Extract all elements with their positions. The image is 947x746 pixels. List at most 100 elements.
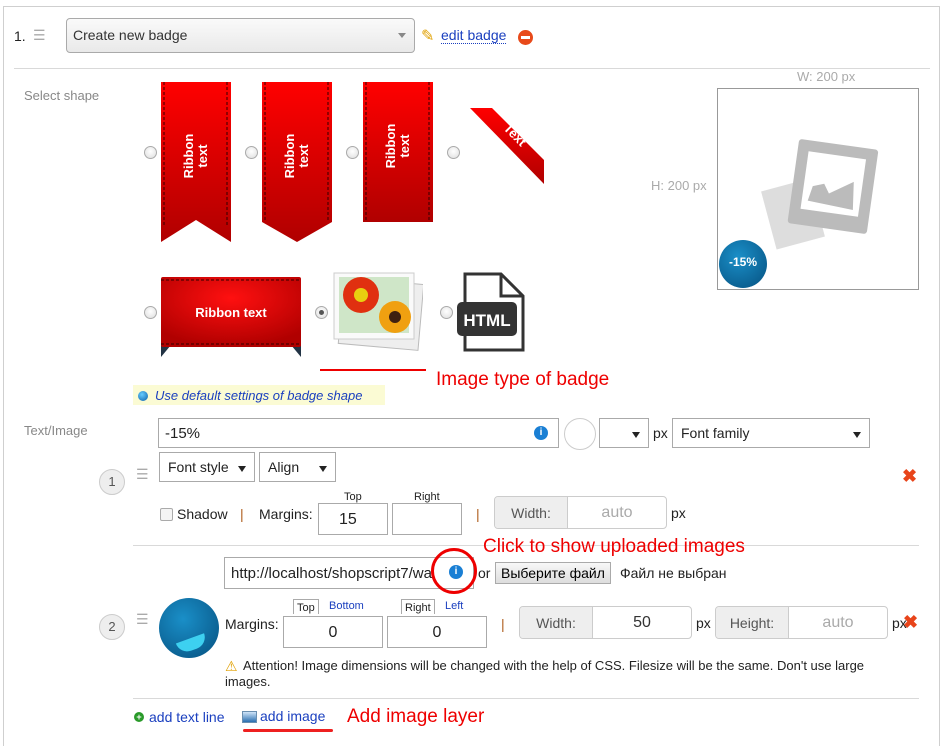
shape-image[interactable] [333, 271, 425, 351]
color-picker[interactable] [564, 418, 596, 450]
width-input-group[interactable]: Width: auto [494, 496, 667, 529]
default-settings-link[interactable]: Use default settings of badge shape [155, 388, 362, 403]
chevron-down-icon [238, 466, 246, 472]
annotation-circle [431, 548, 477, 594]
select-shape-label: Select shape [24, 88, 100, 103]
no-file-label: Файл не выбран [620, 565, 727, 581]
tab-bottom[interactable]: Bottom [329, 600, 364, 612]
shape-radio-horizontal-ribbon[interactable] [144, 306, 157, 319]
shape-radio-image[interactable] [315, 306, 328, 319]
annotation-underline [243, 729, 333, 732]
margin-vertical-input[interactable]: 0 [283, 616, 383, 648]
height-label: Height: [716, 607, 789, 638]
margin-horizontal-input[interactable]: 0 [387, 616, 487, 648]
ribbon-text: Ribbon text [383, 123, 412, 169]
ribbon-text: Ribbon text [282, 133, 311, 179]
shape-radio-ribbon-pointed[interactable] [245, 146, 258, 159]
preview-height-label: H: 200 px [651, 178, 707, 193]
annotation-image-type: Image type of badge [436, 369, 610, 390]
shape-html[interactable]: HTML [457, 272, 525, 354]
chevron-down-icon [632, 432, 640, 438]
width-label: Width: [520, 607, 593, 638]
shape-ribbon-pointed[interactable]: Ribbon text [262, 82, 332, 242]
badge-sticker: -15% [719, 240, 767, 288]
font-size-select[interactable] [599, 418, 649, 448]
image-icon [242, 711, 257, 723]
chevron-down-icon [319, 466, 327, 472]
pencil-icon: ✎ [421, 28, 435, 45]
plus-icon: + [134, 712, 144, 722]
layer-number: 2 [99, 614, 125, 640]
svg-text:HTML: HTML [463, 311, 510, 330]
drag-handle-icon[interactable]: ☰ [136, 466, 149, 483]
chevron-down-icon [398, 33, 406, 38]
align-select[interactable]: Align [259, 452, 336, 482]
remove-badge-icon[interactable] [518, 30, 533, 45]
tab-left[interactable]: Left [445, 600, 463, 612]
shape-corner-ribbon[interactable]: Text [470, 108, 546, 184]
margin-right-label: Right [414, 491, 440, 503]
tab-top[interactable]: Top [293, 599, 319, 614]
bullet-icon [138, 391, 148, 401]
image-width-input[interactable]: 50 [593, 607, 691, 638]
image-photo-icon [333, 272, 425, 351]
margin-right-input[interactable] [392, 503, 462, 535]
image-height-input[interactable]: auto [789, 607, 887, 638]
drag-handle-icon[interactable]: ☰ [136, 611, 149, 628]
edit-badge-link[interactable]: edit badge [441, 27, 507, 44]
shape-ribbon-flat[interactable]: Ribbon text [363, 82, 433, 222]
shape-radio-html[interactable] [440, 306, 453, 319]
shape-ribbon-swallowtail[interactable]: Ribbon text [161, 82, 231, 242]
font-family-select[interactable]: Font family [672, 418, 870, 448]
shape-radio-ribbon-swallowtail[interactable] [144, 146, 157, 159]
font-family-value: Font family [681, 425, 750, 441]
remove-layer-icon[interactable]: ✖ [902, 466, 917, 487]
chevron-down-icon [853, 432, 861, 438]
badge-sticker-text: -15% [728, 255, 757, 269]
shape-radio-corner-ribbon[interactable] [447, 146, 460, 159]
add-image-link[interactable]: add image [260, 708, 325, 724]
width-unit: px [696, 615, 711, 631]
badge-select-value: Create new badge [73, 27, 188, 43]
annotation-show-uploaded: Click to show uploaded images [483, 536, 745, 557]
font-style-value: Font style [168, 459, 229, 475]
annotation-add-image-layer: Add image layer [347, 706, 485, 727]
margin-horizontal-value: 0 [432, 624, 442, 641]
shadow-checkbox[interactable] [160, 508, 173, 521]
tab-right[interactable]: Right [401, 599, 435, 614]
badge-index: 1. [14, 28, 26, 44]
image-size-warning: Attention! Image dimensions will be chan… [225, 658, 865, 689]
ribbon-text: Ribbon text [195, 305, 267, 320]
separator: | [501, 616, 505, 632]
or-label: or [478, 565, 491, 581]
layer-image-thumbnail [159, 598, 219, 658]
remove-layer-icon[interactable]: ✖ [903, 612, 918, 633]
font-style-select[interactable]: Font style [159, 452, 255, 482]
margin-top-input[interactable]: 15 [318, 503, 388, 535]
divider [14, 68, 930, 69]
corner-ribbon-shape: Text [470, 108, 544, 184]
text-value: -15% [165, 425, 201, 442]
width-unit: px [671, 505, 686, 521]
separator: | [240, 506, 244, 522]
badge-select[interactable]: Create new badge [66, 18, 415, 53]
ribbon-text: Ribbon text [181, 133, 210, 179]
shadow-label: Shadow [177, 506, 228, 522]
add-text-line-link[interactable]: add text line [149, 709, 225, 725]
shape-horizontal-ribbon[interactable]: Ribbon text [161, 277, 301, 357]
preview-width-label: W: 200 px [797, 69, 856, 84]
margins-label: Margins: [225, 616, 279, 632]
width-input[interactable]: auto [568, 497, 666, 528]
image-width-input-group[interactable]: Width: 50 [519, 606, 692, 639]
choose-file-button[interactable]: Выберите файл [495, 562, 611, 584]
sticker-curl [175, 633, 209, 655]
image-height-input-group[interactable]: Height: auto [715, 606, 888, 639]
badge-preview: -15% [717, 88, 919, 290]
text-value-input[interactable]: -15% i [158, 418, 559, 448]
drag-handle-icon[interactable]: ☰ [33, 27, 46, 44]
separator: | [476, 506, 480, 522]
shape-radio-ribbon-flat[interactable] [346, 146, 359, 159]
align-value: Align [268, 459, 300, 475]
divider [133, 698, 919, 699]
info-icon[interactable]: i [534, 426, 548, 440]
